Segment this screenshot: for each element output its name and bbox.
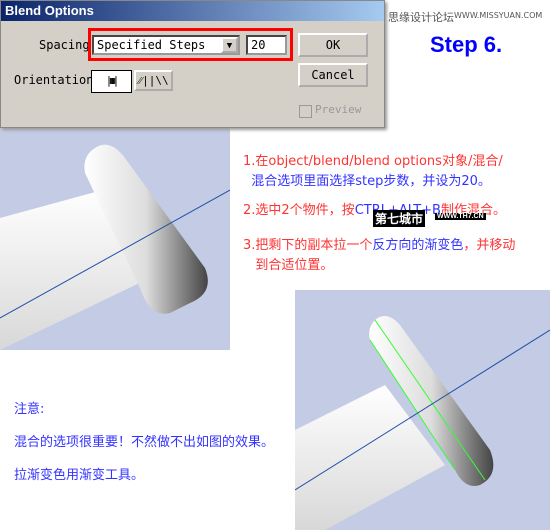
instruction-1a: 1.在object/blend/blend options对象/混合/ bbox=[243, 154, 503, 169]
instruction-3d: 到合适位置。 bbox=[255, 258, 334, 273]
preview-checkbox[interactable] bbox=[299, 105, 312, 118]
watermark-site-url: WWW.MISSYUAN.COM bbox=[454, 11, 543, 20]
notes-line-2: 拉渐变色用渐变工具。 bbox=[14, 468, 145, 483]
chevron-down-icon[interactable]: ▼ bbox=[221, 37, 238, 53]
knife-illustration-right bbox=[295, 290, 550, 530]
instruction-1: 1.在object/blend/blend options对象/混合/ 混合选项… bbox=[243, 152, 503, 192]
steps-input[interactable]: 20 bbox=[246, 35, 287, 55]
dialog-title: Blend Options bbox=[1, 1, 384, 21]
instruction-3c: ，并移动 bbox=[463, 238, 516, 253]
step-title: Step 6. bbox=[430, 32, 503, 57]
spacing-select[interactable]: Specified Steps ▼ bbox=[92, 35, 240, 55]
instruction-3b: 反方向的渐变色 bbox=[372, 238, 464, 253]
instruction-3: 3.把剩下的副本拉一个反方向的渐变色，并移动 到合适位置。 bbox=[243, 236, 515, 276]
overlay-watermark-cn: 第七城市 bbox=[373, 210, 426, 227]
notes-line-1: 混合的选项很重要！不然做不出如图的效果。 bbox=[14, 435, 275, 450]
orientation-label: Orientation: bbox=[14, 73, 101, 87]
blend-options-dialog: Blend Options Spacing: Specified Steps ▼… bbox=[0, 0, 385, 128]
instruction-3a: 3.把剩下的副本拉一个 bbox=[243, 238, 373, 253]
ok-button[interactable]: OK bbox=[298, 33, 368, 57]
spacing-value: Specified Steps bbox=[97, 38, 206, 52]
cancel-button[interactable]: Cancel bbox=[298, 63, 368, 87]
watermark-site-cn: 思缘设计论坛 bbox=[388, 11, 454, 24]
align-to-path-icon[interactable]: ⁄⁄||\\ bbox=[134, 70, 173, 91]
knife-illustration-left bbox=[0, 128, 230, 350]
align-to-page-icon[interactable]: |ııııı| bbox=[91, 70, 132, 93]
overlay-watermark-url: WWW.TH7.CN bbox=[435, 213, 486, 220]
instruction-1b: 混合选项里面选择step步数，并设为20。 bbox=[251, 174, 491, 189]
notes-title: 注意: bbox=[14, 402, 45, 417]
preview-label: Preview bbox=[315, 103, 362, 116]
instruction-2a: 2.选中2个物件，按 bbox=[243, 203, 355, 218]
